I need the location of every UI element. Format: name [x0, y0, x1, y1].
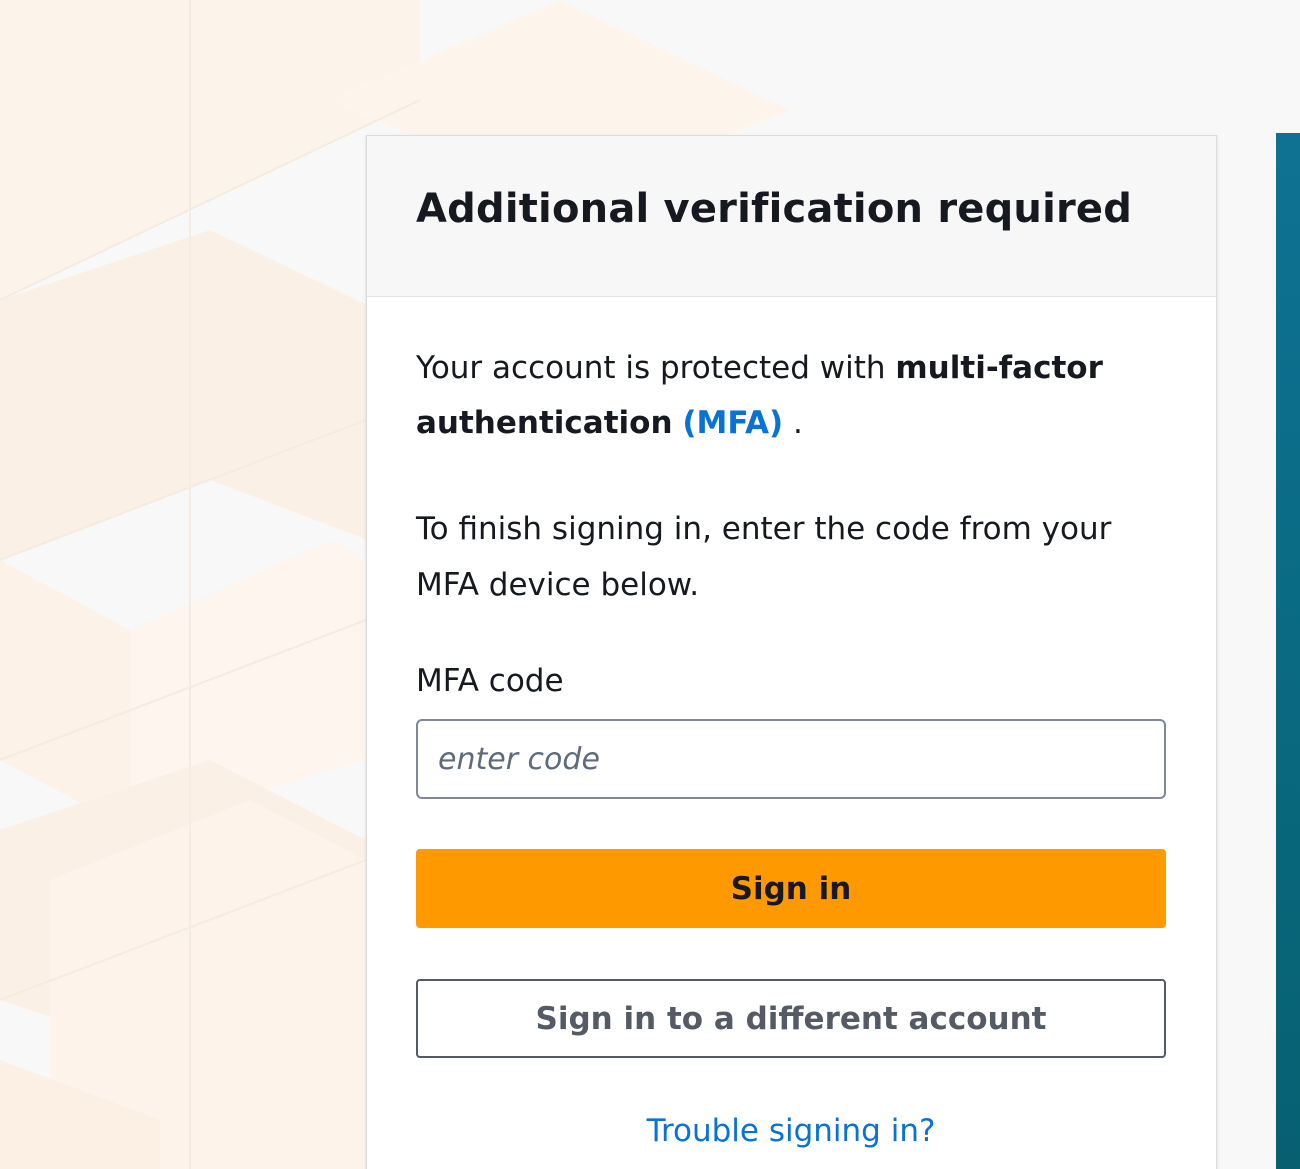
different-account-button[interactable]: Sign in to a different account — [416, 979, 1166, 1058]
instructions-text: To finish signing in, enter the code fro… — [416, 511, 1112, 603]
side-promo-panel — [1276, 133, 1300, 1169]
mfa-intro-text: Your account is protected with multi-fac… — [416, 341, 1136, 451]
mfa-code-label: MFA code — [416, 663, 564, 699]
card-header: Additional verification required — [367, 136, 1216, 297]
mfa-code-input[interactable] — [416, 719, 1166, 799]
intro-suffix: . — [783, 405, 803, 441]
mfa-info-link[interactable]: (MFA) — [682, 405, 783, 441]
trouble-signing-in-link[interactable]: Trouble signing in? — [416, 1113, 1166, 1149]
page-title: Additional verification required — [416, 186, 1133, 232]
mfa-card: Additional verification required Your ac… — [366, 135, 1217, 1169]
sign-in-button[interactable]: Sign in — [416, 849, 1166, 928]
login-page: Additional verification required Your ac… — [0, 0, 1300, 1169]
intro-prefix: Your account is protected with — [416, 350, 896, 386]
card-body: Your account is protected with multi-fac… — [367, 341, 1216, 1149]
